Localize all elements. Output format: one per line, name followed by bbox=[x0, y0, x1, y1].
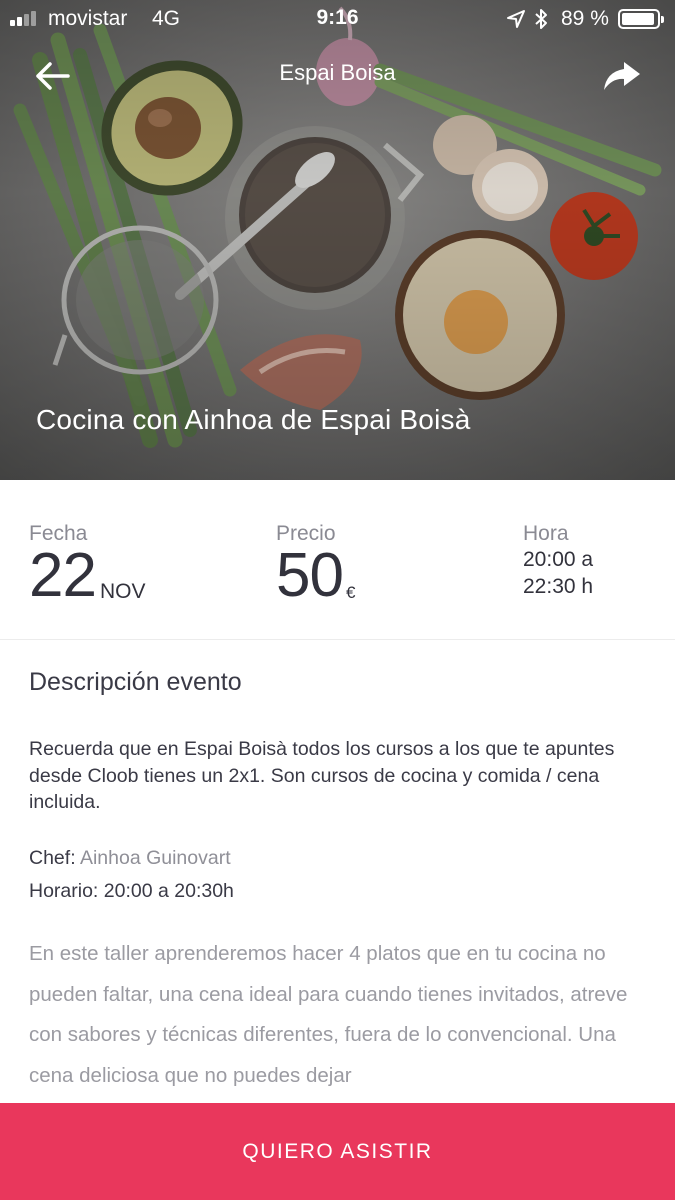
description-body: En este taller aprenderemos hacer 4 plat… bbox=[29, 942, 628, 1087]
nav-title: Espai Boisa bbox=[279, 60, 396, 85]
schedule-text: Horario: 20:00 a 20:30h bbox=[29, 880, 234, 902]
battery-fill bbox=[622, 13, 655, 25]
hour-range: 20:00 a 22:30 h bbox=[523, 546, 593, 600]
share-arrow-icon[interactable] bbox=[600, 56, 644, 96]
event-title: Cocina con Ainhoa de Espai Boisà bbox=[36, 404, 471, 435]
chef-name: Ainhoa Guinovart bbox=[79, 847, 231, 869]
hero-image: movistar 4G 9:16 89 % Espai Boisa Cocina… bbox=[0, 0, 675, 480]
event-info-row: Fecha 22 NOV Precio 50 € Hora 20:00 a 22… bbox=[0, 480, 675, 640]
date-month: NOV bbox=[100, 580, 146, 603]
location-arrow-icon bbox=[507, 10, 525, 28]
date-day: 22 bbox=[29, 541, 97, 610]
attend-button[interactable]: QUIERO ASISTIR bbox=[0, 1103, 675, 1200]
description-heading: Descripción evento bbox=[29, 668, 242, 696]
description-intro: Recuerda que en Espai Boisà todos los cu… bbox=[29, 738, 615, 813]
chef-line: Chef: Ainhoa Guinovart bbox=[29, 847, 231, 870]
hour-start: 20:00 a bbox=[523, 548, 594, 571]
hour-label: Hora bbox=[523, 522, 569, 545]
price-currency: € bbox=[346, 583, 356, 602]
status-bar: movistar 4G 9:16 89 % bbox=[0, 0, 675, 40]
battery-percent: 89 % bbox=[561, 7, 609, 30]
battery-icon bbox=[618, 9, 664, 29]
bluetooth-icon bbox=[535, 9, 547, 29]
chef-label: Chef: bbox=[29, 847, 76, 869]
hour-end: 22:30 h bbox=[523, 575, 594, 598]
price-value: 50 bbox=[276, 541, 344, 610]
